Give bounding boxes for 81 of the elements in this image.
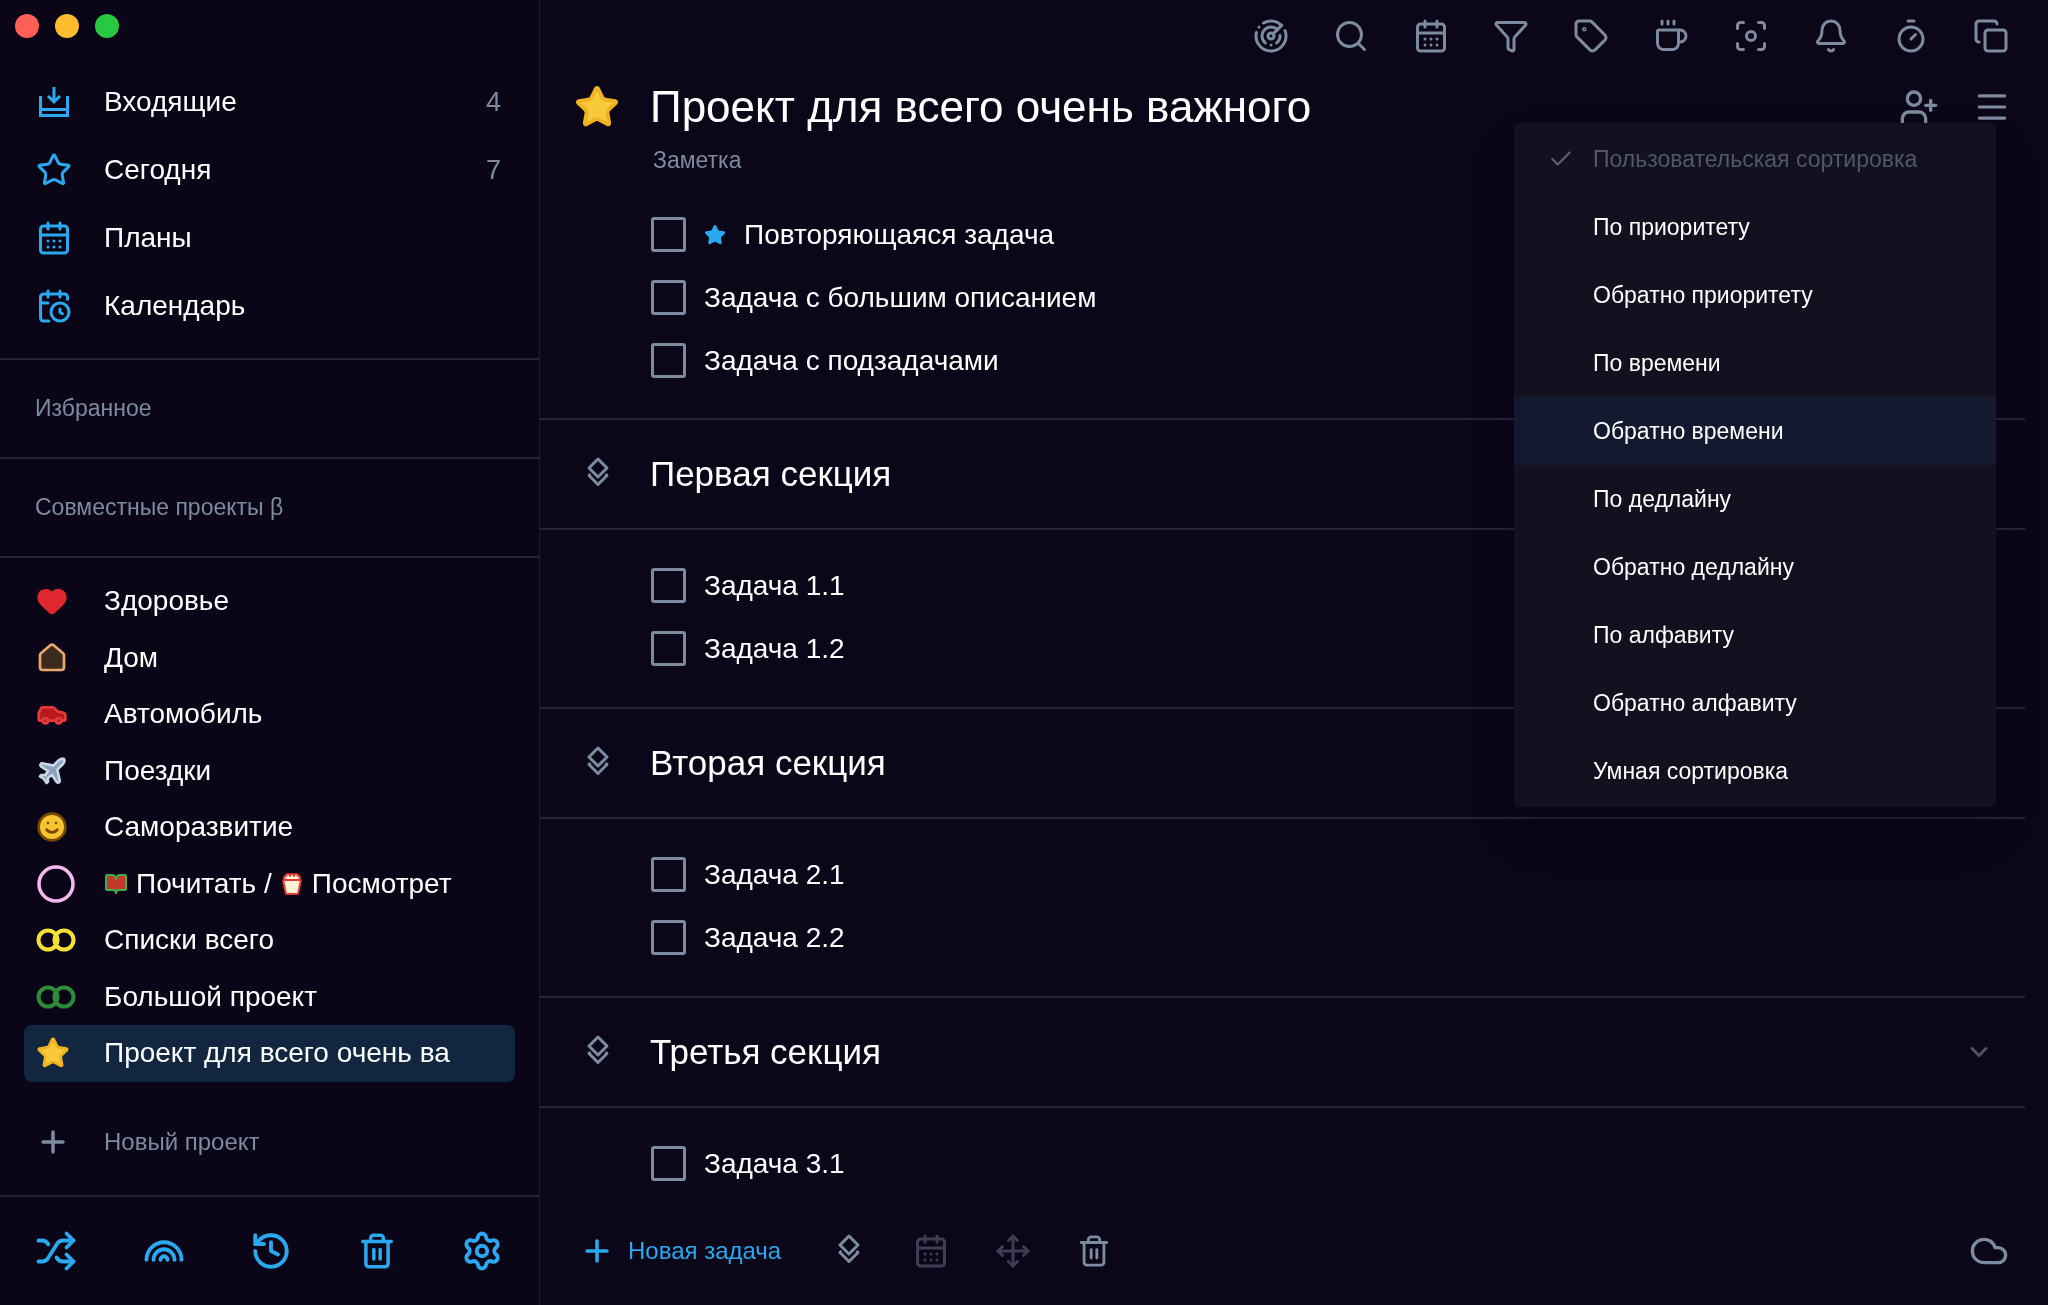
section-title[interactable]: Третья секция — [650, 1025, 1965, 1079]
section-header: Избранное — [35, 394, 152, 424]
shuffle-icon[interactable] — [35, 1230, 77, 1272]
project-item[interactable]: Саморазвитие — [24, 799, 515, 856]
project-name: Саморазвитие — [104, 810, 294, 845]
star-outline-icon — [36, 152, 72, 188]
task-title[interactable]: Задача 2.1 — [704, 853, 845, 896]
sort-option[interactable]: Обратно приоритету — [1514, 261, 1996, 329]
project-name: Почитать / — [136, 866, 272, 901]
books-icon — [104, 871, 128, 896]
airplane-icon — [36, 754, 68, 787]
smiling-face-icon — [36, 811, 68, 844]
task-checkbox[interactable] — [651, 631, 686, 666]
task-checkbox[interactable] — [651, 568, 686, 603]
task-title[interactable]: Задача с подзадачами — [704, 339, 999, 382]
copy-icon[interactable] — [1973, 18, 2009, 54]
item-count: 4 — [485, 85, 501, 119]
sort-option[interactable]: По приоритету — [1514, 193, 1996, 261]
bell-icon[interactable] — [1813, 18, 1849, 54]
project-item[interactable]: Списки всего — [24, 912, 515, 969]
search-icon[interactable] — [1333, 18, 1369, 54]
project-name: Поездки — [104, 753, 212, 788]
project-name: Автомобиль — [104, 697, 263, 732]
task-title[interactable]: Задача с большим описанием — [704, 276, 1097, 319]
task-checkbox[interactable] — [651, 343, 686, 378]
radar-icon[interactable] — [1253, 18, 1289, 54]
project-name: Списки всего — [104, 923, 274, 958]
tag-icon[interactable] — [1573, 18, 1609, 54]
section-header: Совместные проекты β — [35, 493, 284, 523]
cup-icon[interactable] — [1653, 18, 1689, 54]
project-name: Проект для всего очень ва — [104, 1036, 450, 1071]
project-item[interactable]: Почитать / Посмотрет — [24, 855, 515, 912]
sort-option[interactable]: Умная сортировка — [1514, 737, 1996, 805]
inbox-download-icon — [36, 84, 72, 120]
close-window-icon[interactable] — [15, 14, 39, 38]
sort-option[interactable]: Обратно времени — [1514, 397, 1996, 465]
sort-option[interactable]: По алфавиту — [1514, 601, 1996, 669]
minimize-window-icon[interactable] — [55, 14, 79, 38]
focus-icon[interactable] — [1733, 18, 1769, 54]
task-title[interactable]: Задача 2.2 — [704, 916, 845, 959]
task-checkbox[interactable] — [651, 857, 686, 892]
new-project-button[interactable]: Новый проект — [104, 1123, 260, 1160]
sort-option[interactable]: Обратно дедлайну — [1514, 533, 1996, 601]
calendar-icon — [36, 220, 72, 256]
task-checkbox[interactable] — [651, 1146, 686, 1181]
house-icon — [36, 641, 68, 674]
project-name: Посмотрет — [311, 866, 452, 901]
filter-icon[interactable] — [1493, 18, 1529, 54]
task-title[interactable]: Задача 1.1 — [704, 564, 845, 607]
project-item[interactable]: Большой проект — [24, 968, 515, 1025]
project-note: Заметка — [653, 145, 742, 175]
task-checkbox[interactable] — [651, 280, 686, 315]
calendar-clock-icon — [36, 288, 72, 324]
project-item[interactable]: Проект для всего очень ва — [24, 1025, 515, 1082]
sort-option[interactable]: По времени — [1514, 329, 1996, 397]
zoom-window-icon[interactable] — [95, 14, 119, 38]
nav-item[interactable]: Планы — [104, 217, 501, 259]
nav-item[interactable]: Сегодня — [104, 149, 486, 191]
nav-item[interactable]: Входящие — [104, 81, 486, 123]
calendar-icon[interactable] — [1413, 18, 1449, 54]
project-name: Здоровье — [104, 584, 229, 619]
task-title[interactable]: Задача 3.1 — [704, 1142, 845, 1185]
task-checkbox[interactable] — [651, 920, 686, 955]
project-item[interactable]: Здоровье — [24, 573, 515, 630]
sort-option[interactable]: Обратно алфавиту — [1514, 669, 1996, 737]
popcorn-icon — [279, 871, 304, 896]
project-name: Большой проект — [104, 979, 317, 1014]
task-checkbox[interactable] — [651, 217, 686, 252]
project-item[interactable]: Дом — [24, 629, 515, 686]
item-count: 7 — [485, 153, 501, 187]
project-title: Проект для всего очень важного — [650, 81, 1313, 133]
project-name: Дом — [104, 640, 159, 675]
history-icon[interactable] — [250, 1230, 292, 1272]
new-task-button[interactable]: Новая задача — [628, 1233, 782, 1269]
task-title[interactable]: Повторяющаяся задача — [744, 213, 1055, 256]
task-title[interactable]: Задача 1.2 — [704, 627, 845, 670]
project-item[interactable]: Автомобиль — [24, 686, 515, 743]
nav-item[interactable]: Календарь — [104, 285, 501, 327]
project-item[interactable]: Поездки — [24, 742, 515, 799]
settings-icon[interactable] — [461, 1230, 503, 1272]
sort-option[interactable]: По дедлайну — [1514, 465, 1996, 533]
